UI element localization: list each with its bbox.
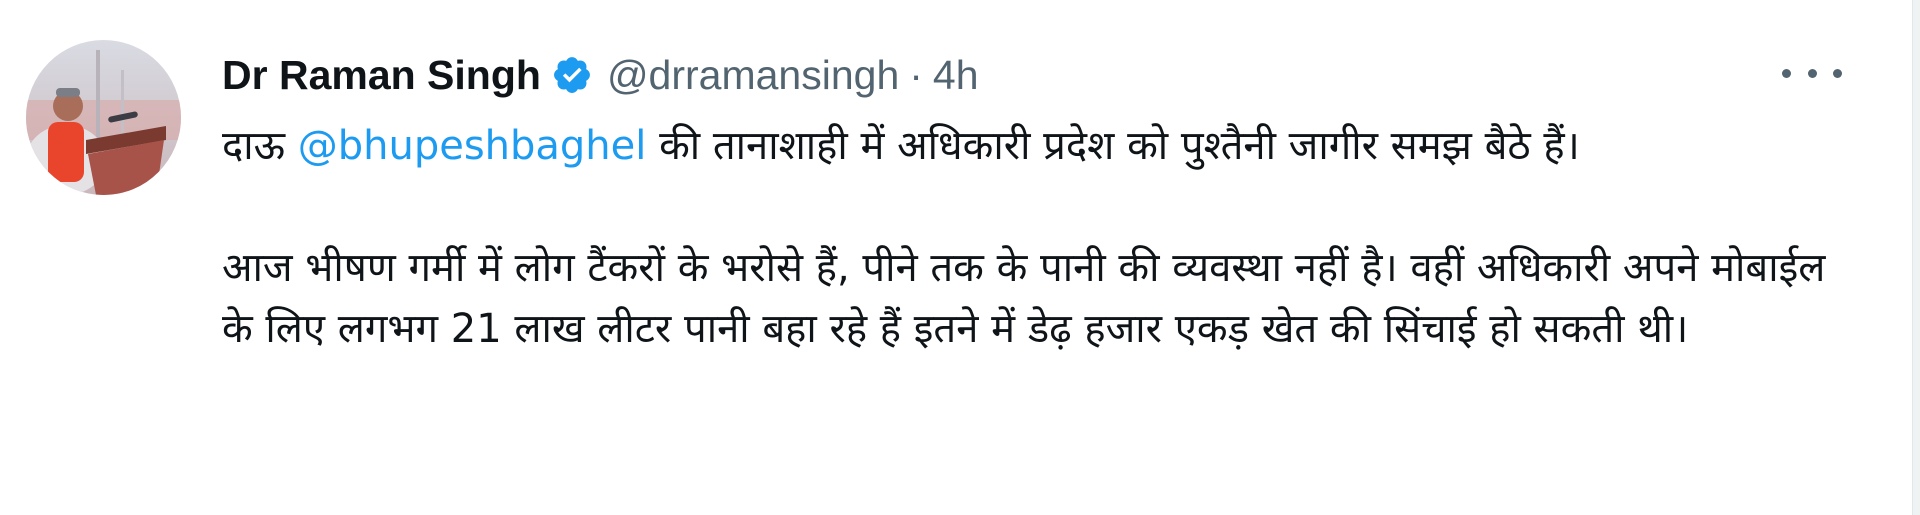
more-dot: [1782, 68, 1791, 78]
tweet-paragraph-1: दाऊ @bhupeshbaghel की तानाशाही में अधिका…: [222, 116, 1832, 177]
author-name[interactable]: Dr Raman Singh: [222, 52, 541, 99]
avatar[interactable]: [26, 40, 181, 195]
verified-badge-icon: [551, 54, 593, 96]
tweet-header: Dr Raman Singh @drramansingh · 4h: [222, 44, 979, 106]
tweet-paragraph-2: आज भीषण गर्मी में लोग टैंकरों के भरोसे ह…: [222, 245, 1826, 352]
more-dot: [1833, 68, 1842, 78]
more-options-icon[interactable]: [1782, 58, 1842, 88]
text-suffix: की तानाशाही में अधिकारी प्रदेश को पुश्तै…: [646, 123, 1580, 169]
mention-link[interactable]: @bhupeshbaghel: [298, 123, 647, 169]
more-dot: [1807, 68, 1817, 78]
tweet-text: दाऊ @bhupeshbaghel की तानाशाही में अधिका…: [222, 116, 1832, 360]
separator-dot: ·: [909, 51, 923, 98]
tweet-timestamp[interactable]: 4h: [933, 52, 979, 99]
tweet-card[interactable]: Dr Raman Singh @drramansingh · 4h दाऊ @b…: [0, 0, 1920, 515]
author-handle[interactable]: @drramansingh: [607, 52, 899, 99]
scrollbar-track[interactable]: [1912, 0, 1920, 515]
text-prefix: दाऊ: [222, 123, 298, 169]
avatar-image: [26, 40, 181, 195]
